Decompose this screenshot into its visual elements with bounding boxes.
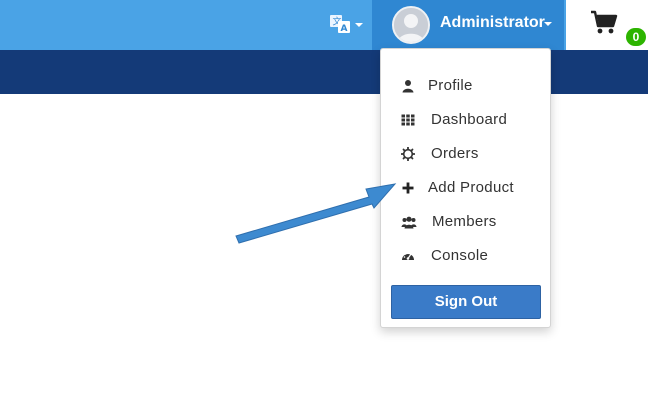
menu-item-console[interactable]: Console: [381, 241, 550, 271]
user-menu-toggle[interactable]: Administrator: [372, 0, 564, 50]
cart-button[interactable]: 0: [566, 0, 648, 50]
menu-item-profile[interactable]: Profile: [381, 71, 550, 101]
menu-item-label: Orders: [431, 145, 479, 162]
grid-icon: [401, 114, 415, 126]
shopping-cart-icon: [591, 10, 618, 34]
default-user-avatar-icon: [394, 8, 428, 42]
language-selector[interactable]: 文 A: [326, 8, 366, 40]
cart-count-badge: 0: [626, 28, 646, 46]
menu-item-label: Dashboard: [431, 111, 508, 128]
plus-icon: [402, 182, 414, 194]
menu-item-members[interactable]: Members: [381, 207, 550, 237]
user-icon: [402, 80, 414, 93]
svg-text:A: A: [341, 24, 348, 34]
cog-icon: [401, 147, 415, 161]
menu-item-label: Profile: [428, 77, 473, 94]
chevron-down-icon: [355, 23, 363, 27]
chevron-down-icon: [544, 22, 552, 26]
gauge-icon: [402, 252, 414, 260]
menu-item-orders[interactable]: Orders: [381, 139, 550, 169]
translate-icon: 文 A: [330, 15, 350, 34]
avatar: [392, 6, 430, 44]
user-dropdown-menu: Profile Dashboard Orders Add Product Mem…: [380, 48, 551, 328]
menu-item-label: Add Product: [428, 179, 514, 196]
sign-out-button[interactable]: Sign Out: [391, 285, 541, 319]
menu-item-label: Console: [431, 247, 489, 264]
menu-item-add-product[interactable]: Add Product: [381, 173, 550, 203]
username-label: Administrator: [440, 14, 545, 31]
menu-item-label: Members: [432, 213, 497, 230]
users-icon: [401, 216, 417, 229]
menu-item-dashboard[interactable]: Dashboard: [381, 105, 550, 135]
